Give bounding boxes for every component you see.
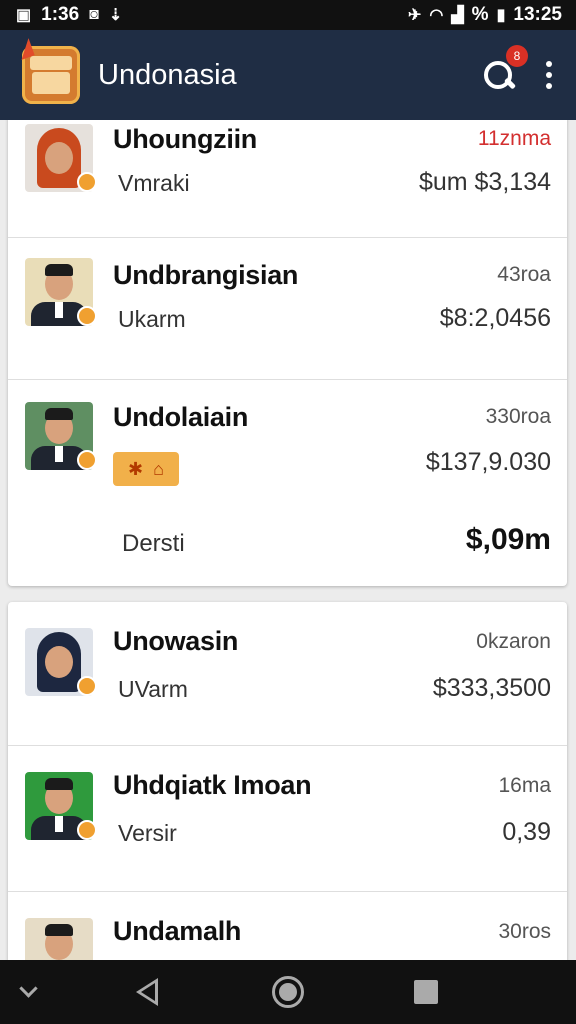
recents-icon[interactable] <box>414 980 438 1004</box>
signal-icon: ▟ <box>451 7 464 24</box>
system-nav-bar <box>0 960 576 1024</box>
contact-list: Uhoungziin Vmraki 11znma $um $3,134 Undb… <box>0 120 576 960</box>
wifi-icon: ◠ <box>429 7 444 24</box>
download-icon: ⇣ <box>108 7 123 24</box>
status-time-left: 1:36 <box>41 4 80 25</box>
usb-icon: ◙ <box>89 6 99 23</box>
verified-badge-icon <box>77 820 97 840</box>
contact-subtitle: UVarm <box>118 676 188 702</box>
list-item[interactable]: Undbrangisian Ukarm 43roa $8:2,0456 <box>8 238 567 380</box>
verified-badge-icon <box>77 306 97 326</box>
contact-name: Uhdqiatk Imoan <box>113 770 312 800</box>
status-time-right: 13:25 <box>513 4 562 25</box>
image-icon: ▣ <box>16 7 32 24</box>
contact-time: 16ma <box>498 774 551 797</box>
verified-badge-icon <box>77 450 97 470</box>
app-title: Undonasia <box>98 58 237 91</box>
contact-time: 330roa <box>485 405 551 428</box>
list-item[interactable]: Undolaiain ✱ ⌂ 330roa $137,9.030 Dersti … <box>8 380 567 586</box>
contact-time: 0kzaron <box>476 630 551 653</box>
notification-badge: 8 <box>506 45 528 67</box>
contact-name: Uhoungziin <box>113 124 257 154</box>
list-item[interactable]: Unowasin UVarm 0kzaron $333,3500 <box>8 602 567 746</box>
contact-subtitle: Vmraki <box>118 170 190 196</box>
contact-amount: $um $3,134 <box>418 168 551 196</box>
category-tag: ✱ ⌂ <box>113 452 179 486</box>
search-button[interactable]: 8 <box>480 45 528 93</box>
battery-percent: % <box>471 4 489 25</box>
avatar <box>25 918 93 960</box>
card-footer-amount: $,09m <box>465 523 551 556</box>
contact-name: Unowasin <box>113 626 239 656</box>
chevron-down-icon[interactable] <box>19 979 38 998</box>
list-item[interactable]: Uhoungziin Vmraki 11znma $um $3,134 <box>8 120 567 238</box>
status-bar: ▣ 1:36 ◙ ⇣ ✈ ◠ ▟ % ▮ 13:25 <box>0 0 576 30</box>
battery-icon: ▮ <box>496 7 506 24</box>
back-icon[interactable] <box>136 978 158 1006</box>
contact-subtitle: Ukarm <box>118 306 186 332</box>
app-bar: Undonasia 8 <box>0 30 576 120</box>
airplane-icon: ✈ <box>407 7 422 24</box>
contact-card: Uhoungziin Vmraki 11znma $um $3,134 Undb… <box>8 120 567 586</box>
home-icon: ⌂ <box>153 458 164 479</box>
contact-time: 30ros <box>498 920 551 943</box>
contact-amount: $8:2,0456 <box>439 304 551 332</box>
contact-time: 43roa <box>497 263 551 286</box>
contact-card: Unowasin UVarm 0kzaron $333,3500 Uhdqiat… <box>8 602 567 960</box>
more-vert-icon <box>546 61 552 67</box>
contact-amount: 0,39 <box>502 818 551 846</box>
treasure-box-icon <box>15 38 80 104</box>
home-button-icon[interactable] <box>272 976 304 1008</box>
contact-amount: $137,9.030 <box>425 448 551 476</box>
list-item[interactable]: Undamalh 30ros <box>8 892 567 960</box>
contact-name: Undamalh <box>113 916 242 946</box>
list-item[interactable]: Uhdqiatk Imoan Versir 16ma 0,39 <box>8 746 567 892</box>
card-footer-label: Dersti <box>122 530 185 557</box>
contact-subtitle: Versir <box>118 820 177 846</box>
star-icon: ✱ <box>128 458 144 479</box>
more-options-button[interactable] <box>546 61 554 89</box>
verified-badge-icon <box>77 172 97 192</box>
contact-amount: $333,3500 <box>432 674 551 702</box>
contact-name: Undolaiain <box>113 402 249 432</box>
verified-badge-icon <box>77 676 97 696</box>
contact-name: Undbrangisian <box>113 260 299 290</box>
contact-time: 11znma <box>477 127 551 150</box>
